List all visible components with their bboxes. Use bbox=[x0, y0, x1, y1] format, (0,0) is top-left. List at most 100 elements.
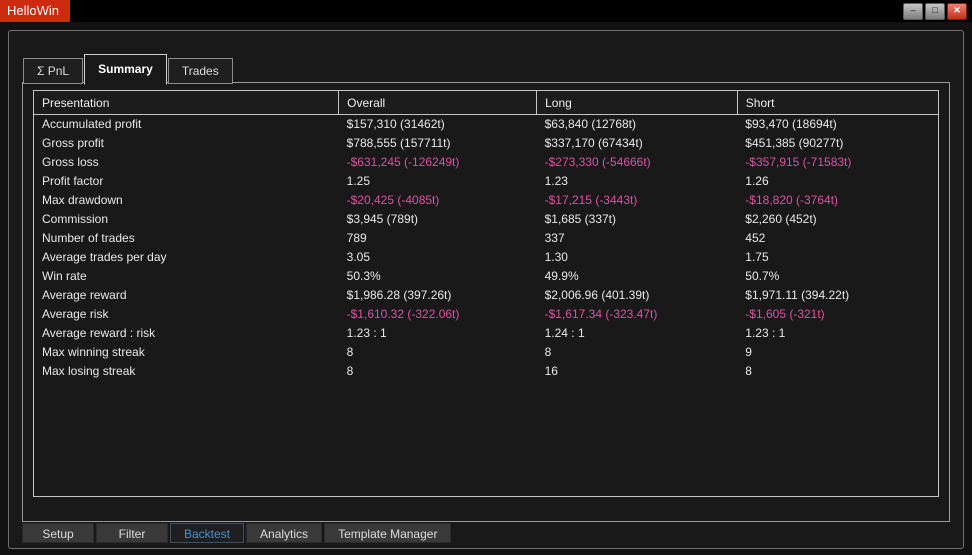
table-row[interactable]: Average reward$1,986.28 (397.26t)$2,006.… bbox=[34, 286, 938, 305]
table-row[interactable]: Profit factor1.251.231.26 bbox=[34, 172, 938, 191]
metric-value: 50.7% bbox=[737, 267, 938, 286]
metric-value: 1.23 : 1 bbox=[737, 324, 938, 343]
table-row[interactable]: Max winning streak889 bbox=[34, 343, 938, 362]
metric-value: 50.3% bbox=[339, 267, 537, 286]
close-icon: ✕ bbox=[948, 4, 966, 17]
table-row[interactable]: Gross profit$788,555 (157711t)$337,170 (… bbox=[34, 134, 938, 153]
metric-value: $2,006.96 (401.39t) bbox=[537, 286, 738, 305]
metric-value: $1,986.28 (397.26t) bbox=[339, 286, 537, 305]
metric-value: 16 bbox=[537, 362, 738, 381]
summary-table-container: Presentation Overall Long Short Accumula… bbox=[33, 90, 939, 497]
metric-label: Average reward bbox=[34, 286, 339, 305]
metric-label: Profit factor bbox=[34, 172, 339, 191]
metric-value: $1,971.11 (394.22t) bbox=[737, 286, 938, 305]
maximize-button[interactable]: □ bbox=[925, 3, 945, 20]
metric-value: 1.23 bbox=[537, 172, 738, 191]
table-row[interactable]: Average risk-$1,610.32 (-322.06t)-$1,617… bbox=[34, 305, 938, 324]
bottom-tab-template-manager[interactable]: Template Manager bbox=[324, 523, 451, 543]
metric-label: Max drawdown bbox=[34, 191, 339, 210]
table-row[interactable]: Number of trades789337452 bbox=[34, 229, 938, 248]
table-row[interactable]: Average reward : risk1.23 : 11.24 : 11.2… bbox=[34, 324, 938, 343]
minimize-icon: – bbox=[904, 4, 922, 17]
metric-value: -$1,605 (-321t) bbox=[737, 305, 938, 324]
metric-value: -$18,820 (-3764t) bbox=[737, 191, 938, 210]
metric-value: -$273,330 (-54666t) bbox=[537, 153, 738, 172]
table-row[interactable]: Average trades per day3.051.301.75 bbox=[34, 248, 938, 267]
table-row[interactable]: Max losing streak8168 bbox=[34, 362, 938, 381]
metric-value: 1.75 bbox=[737, 248, 938, 267]
metric-value: 1.23 : 1 bbox=[339, 324, 537, 343]
metric-value: $93,470 (18694t) bbox=[737, 115, 938, 135]
metric-value: $337,170 (67434t) bbox=[537, 134, 738, 153]
metric-value: $63,840 (12768t) bbox=[537, 115, 738, 135]
column-header-overall[interactable]: Overall bbox=[339, 91, 537, 115]
metric-value: -$17,215 (-3443t) bbox=[537, 191, 738, 210]
metric-value: -$1,610.32 (-322.06t) bbox=[339, 305, 537, 324]
metric-label: Win rate bbox=[34, 267, 339, 286]
title-bar: HelloWin – □ ✕ bbox=[0, 0, 972, 22]
metric-value: 1.26 bbox=[737, 172, 938, 191]
metric-label: Max losing streak bbox=[34, 362, 339, 381]
table-row[interactable]: Accumulated profit$157,310 (31462t)$63,8… bbox=[34, 115, 938, 135]
table-row[interactable]: Commission$3,945 (789t)$1,685 (337t)$2,2… bbox=[34, 210, 938, 229]
metric-value: 1.30 bbox=[537, 248, 738, 267]
metric-value: $788,555 (157711t) bbox=[339, 134, 537, 153]
metric-value: -$631,245 (-126249t) bbox=[339, 153, 537, 172]
column-header-long[interactable]: Long bbox=[537, 91, 738, 115]
minimize-button[interactable]: – bbox=[903, 3, 923, 20]
table-header: Presentation Overall Long Short bbox=[34, 91, 938, 115]
metric-value: $451,385 (90277t) bbox=[737, 134, 938, 153]
metric-label: Max winning streak bbox=[34, 343, 339, 362]
metric-label: Number of trades bbox=[34, 229, 339, 248]
bottom-tab-backtest[interactable]: Backtest bbox=[170, 523, 244, 543]
metric-value: 1.24 : 1 bbox=[537, 324, 738, 343]
app-window: HelloWin – □ ✕ Σ PnL Summary Trades bbox=[0, 0, 972, 555]
bottom-tab-setup[interactable]: Setup bbox=[22, 523, 94, 543]
metric-label: Gross profit bbox=[34, 134, 339, 153]
metric-value: $1,685 (337t) bbox=[537, 210, 738, 229]
table-row[interactable]: Max drawdown-$20,425 (-4085t)-$17,215 (-… bbox=[34, 191, 938, 210]
metric-value: 8 bbox=[737, 362, 938, 381]
bottom-tab-analytics[interactable]: Analytics bbox=[246, 523, 322, 543]
metric-value: 789 bbox=[339, 229, 537, 248]
summary-table: Presentation Overall Long Short Accumula… bbox=[34, 91, 938, 381]
window-title: HelloWin bbox=[0, 0, 70, 22]
metric-label: Commission bbox=[34, 210, 339, 229]
bottom-tab-filter[interactable]: Filter bbox=[96, 523, 168, 543]
bottom-tab-strip: Setup Filter Backtest Analytics Template… bbox=[22, 523, 451, 543]
metric-value: $157,310 (31462t) bbox=[339, 115, 537, 135]
metric-value: 9 bbox=[737, 343, 938, 362]
metric-value: -$1,617.34 (-323.47t) bbox=[537, 305, 738, 324]
top-tab-strip: Σ PnL Summary Trades bbox=[23, 54, 234, 84]
summary-tab-page: Presentation Overall Long Short Accumula… bbox=[22, 82, 950, 522]
metric-value: 8 bbox=[339, 343, 537, 362]
metric-label: Average reward : risk bbox=[34, 324, 339, 343]
table-row[interactable]: Win rate50.3%49.9%50.7% bbox=[34, 267, 938, 286]
summary-table-body: Accumulated profit$157,310 (31462t)$63,8… bbox=[34, 115, 938, 382]
metric-value: $2,260 (452t) bbox=[737, 210, 938, 229]
tab-summary[interactable]: Summary bbox=[84, 54, 167, 85]
metric-value: -$20,425 (-4085t) bbox=[339, 191, 537, 210]
metric-value: 452 bbox=[737, 229, 938, 248]
metric-value: 8 bbox=[339, 362, 537, 381]
metric-value: $3,945 (789t) bbox=[339, 210, 537, 229]
window-controls: – □ ✕ bbox=[903, 3, 967, 20]
metric-value: 49.9% bbox=[537, 267, 738, 286]
maximize-icon: □ bbox=[926, 4, 944, 17]
metric-label: Gross loss bbox=[34, 153, 339, 172]
metric-label: Accumulated profit bbox=[34, 115, 339, 135]
column-header-presentation[interactable]: Presentation bbox=[34, 91, 339, 115]
metric-value: 3.05 bbox=[339, 248, 537, 267]
metric-label: Average risk bbox=[34, 305, 339, 324]
tab-pnl[interactable]: Σ PnL bbox=[23, 58, 83, 84]
metric-value: -$357,915 (-71583t) bbox=[737, 153, 938, 172]
tab-trades[interactable]: Trades bbox=[168, 58, 233, 84]
close-button[interactable]: ✕ bbox=[947, 3, 967, 20]
metric-value: 8 bbox=[537, 343, 738, 362]
table-row[interactable]: Gross loss-$631,245 (-126249t)-$273,330 … bbox=[34, 153, 938, 172]
metric-value: 337 bbox=[537, 229, 738, 248]
metric-value: 1.25 bbox=[339, 172, 537, 191]
column-header-short[interactable]: Short bbox=[737, 91, 938, 115]
main-frame: Σ PnL Summary Trades Presentation Overal… bbox=[8, 30, 964, 549]
metric-label: Average trades per day bbox=[34, 248, 339, 267]
